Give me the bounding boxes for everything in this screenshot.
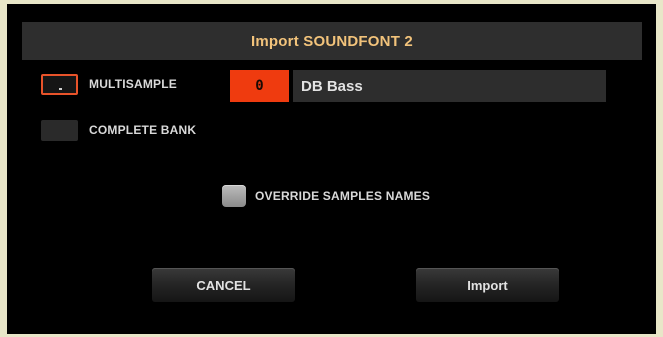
sample-name-text: DB Bass	[301, 77, 363, 95]
sample-number-field[interactable]: 0	[230, 70, 289, 102]
complete-bank-label: COMPLETE BANK	[89, 123, 197, 137]
cancel-button[interactable]: CANCEL	[152, 268, 295, 302]
sample-name-field[interactable]: DB Bass	[293, 70, 606, 102]
override-samples-names-label: OVERRIDE SAMPLES NAMES	[255, 189, 431, 203]
multisample-radio[interactable]	[41, 74, 78, 95]
import-button[interactable]: Import	[416, 268, 559, 302]
dialog-title-bar: Import SOUNDFONT 2	[22, 22, 642, 60]
override-samples-names-checkbox[interactable]	[222, 185, 246, 207]
dialog-title: Import SOUNDFONT 2	[251, 32, 413, 50]
selected-indicator	[59, 88, 62, 90]
multisample-label: MULTISAMPLE	[89, 77, 177, 91]
complete-bank-radio[interactable]	[41, 120, 78, 141]
import-soundfont-dialog: Import SOUNDFONT 2 MULTISAMPLE 0 DB Bass…	[7, 4, 656, 334]
